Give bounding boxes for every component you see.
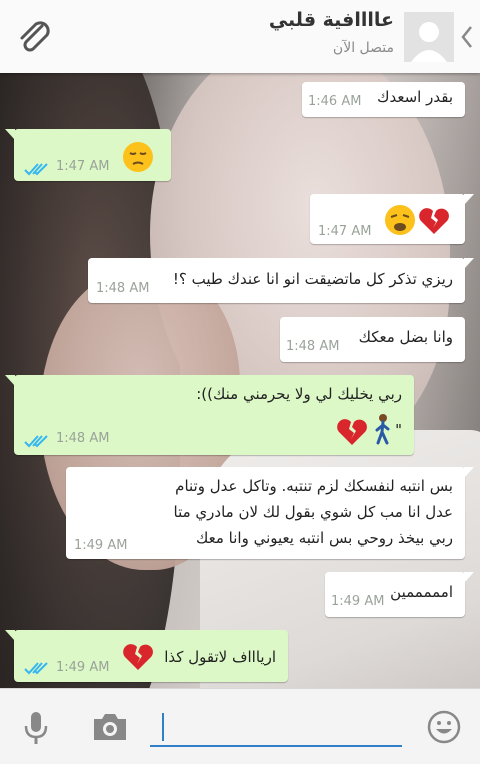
message-time: 1:49 AM [331, 594, 385, 609]
broken-heart-icon [336, 417, 368, 451]
message-text: ريزي تذكر كل ماتضيقت انو انا عندك طيب ؟! [172, 270, 453, 288]
message-time: 1:49 AM [74, 538, 128, 553]
contact-name[interactable]: عاااافية قلبي [269, 9, 394, 31]
message-bubble[interactable]: بس انتبه لنفسكك لزم تنتبه. وتاكل عدل وتن… [66, 467, 474, 559]
walking-person-icon [372, 413, 394, 449]
contact-avatar[interactable] [404, 12, 454, 62]
message-text: بقدر اسعدك [377, 88, 453, 106]
message-bubble[interactable]: بقدر اسعدك 1:46 AM [302, 82, 465, 117]
read-ticks-icon [24, 161, 50, 176]
message-text: امممممين [390, 583, 453, 601]
message-text-quote: " [395, 421, 402, 439]
message-bubble[interactable]: امممممين 1:49 AM [325, 572, 474, 617]
broken-heart-icon [122, 642, 154, 676]
message-text: ربي يخليك لي ولا يحرمني منك)): [196, 385, 402, 403]
message-time: 1:48 AM [96, 281, 150, 296]
message-bubble[interactable]: ارياااف لاتقول كذا 1:49 AM [5, 630, 288, 682]
message-bubble[interactable]: 1:47 AM [310, 194, 474, 244]
paperclip-icon[interactable] [12, 14, 56, 58]
message-text-line: بس انتبه لنفسكك لزم تنتبه. وتاكل عدل وتن… [175, 477, 453, 495]
message-input[interactable] [150, 711, 402, 747]
chat-header: عاااافية قلبي متصل الآن [0, 0, 480, 73]
message-text: ارياااف لاتقول كذا [164, 648, 276, 666]
contact-status: متصل الآن [332, 40, 394, 56]
back-chevron-icon[interactable] [460, 24, 474, 50]
message-time: 1:46 AM [308, 94, 362, 109]
message-text-line: عدل انا مب كل شوي بقول لك لان مادري متا [173, 503, 453, 521]
message-input-bar [0, 688, 480, 764]
message-bubble[interactable]: ربي يخليك لي ولا يحرمني منك)): " 1:48 AM [5, 375, 414, 455]
emoji-icon[interactable] [426, 709, 462, 745]
mic-icon[interactable] [22, 711, 50, 745]
text-caret [162, 713, 164, 741]
message-text-line: ربي بيخذ روحي بس انتبه يعيوني وانا معك [196, 529, 453, 547]
broken-heart-icon [418, 206, 450, 240]
message-time: 1:49 AM [56, 660, 110, 675]
message-bubble[interactable]: ريزي تذكر كل ماتضيقت انو انا عندك طيب ؟!… [88, 258, 474, 303]
message-text: وانا بضل معكك [358, 328, 453, 346]
read-ticks-icon [24, 660, 50, 675]
weary-face-icon [384, 204, 416, 240]
message-time: 1:47 AM [318, 224, 372, 239]
camera-icon[interactable] [92, 713, 128, 741]
message-time: 1:47 AM [56, 159, 110, 174]
message-time: 1:48 AM [56, 431, 110, 446]
read-ticks-icon [24, 433, 50, 448]
message-bubble[interactable]: 1:47 AM [5, 129, 171, 181]
message-bubble[interactable]: وانا بضل معكك 1:48 AM [280, 317, 465, 362]
pensive-face-icon [122, 141, 154, 177]
message-time: 1:48 AM [286, 339, 340, 354]
